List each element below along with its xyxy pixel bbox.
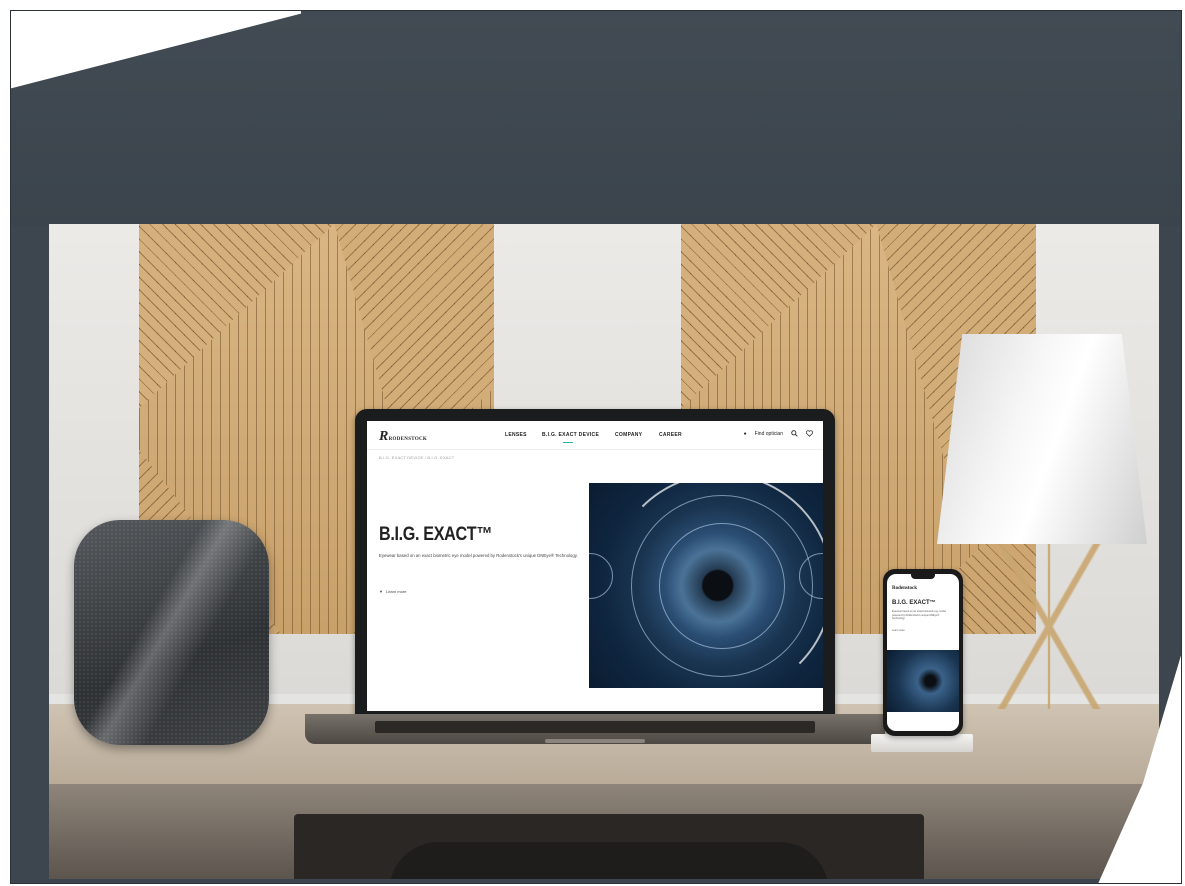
laptop: RRODENSTOCK LENSES B.I.G. EXACT DEVICE C… [305,409,885,744]
hero-description: Eyewear based on an exact biometric eye … [379,553,578,558]
eye-scan-image [589,483,823,688]
phone-description: Eyewear based on an exact biometric eye … [892,610,946,620]
lamp-shade [937,334,1147,544]
find-optician-link[interactable]: Find optician [755,431,783,437]
phone-logo[interactable]: Rodenstock [892,586,917,591]
phone-title: B.I.G. EXACT™ [892,600,936,606]
logo-mark-icon: R [379,429,389,444]
location-pin-icon: ● [743,430,747,437]
dark-wall [11,11,1181,226]
phone-stand [871,734,973,752]
nav-utilities: ● Find optician [744,430,813,437]
smart-speaker [74,520,269,745]
smartphone: Rodenstock B.I.G. EXACT™ Eyewear based o… [883,569,963,736]
photo-frame: RRODENSTOCK LENSES B.I.G. EXACT DEVICE C… [10,10,1182,884]
breadcrumb[interactable]: B.I.G. EXACT DEVICE / B.I.G. EXACT [379,455,454,460]
site-navbar: RRODENSTOCK LENSES B.I.G. EXACT DEVICE C… [367,421,823,450]
download-icon: ▼ [379,589,383,594]
laptop-lid: RRODENSTOCK LENSES B.I.G. EXACT DEVICE C… [355,409,835,719]
heart-icon[interactable] [806,430,813,437]
chair-back [389,842,829,879]
phone-learn-more-link[interactable]: Learn more [892,629,905,632]
phone-notch [911,574,935,579]
hero-title: B.I.G. EXACT™ [379,524,493,545]
site-logo[interactable]: RRODENSTOCK [379,429,427,445]
nav-item-big-exact-device[interactable]: B.I.G. EXACT DEVICE [542,432,599,438]
phone-screen: Rodenstock B.I.G. EXACT™ Eyewear based o… [887,574,959,731]
laptop-keyboard [375,721,815,733]
phone-eye-image [887,650,959,712]
nav-item-lenses[interactable]: LENSES [505,432,527,438]
laptop-screen: RRODENSTOCK LENSES B.I.G. EXACT DEVICE C… [367,421,823,711]
lamp-base [974,544,1124,709]
hero-learn-more-link[interactable]: ▼ Learn more [379,589,406,594]
search-icon[interactable] [791,430,798,437]
nav-item-career[interactable]: CAREER [659,432,682,438]
nav-item-company[interactable]: COMPANY [615,432,642,438]
desk-scene-photo: RRODENSTOCK LENSES B.I.G. EXACT DEVICE C… [49,224,1159,879]
laptop-trackpad-notch [545,739,645,743]
nav-active-indicator [563,442,573,443]
